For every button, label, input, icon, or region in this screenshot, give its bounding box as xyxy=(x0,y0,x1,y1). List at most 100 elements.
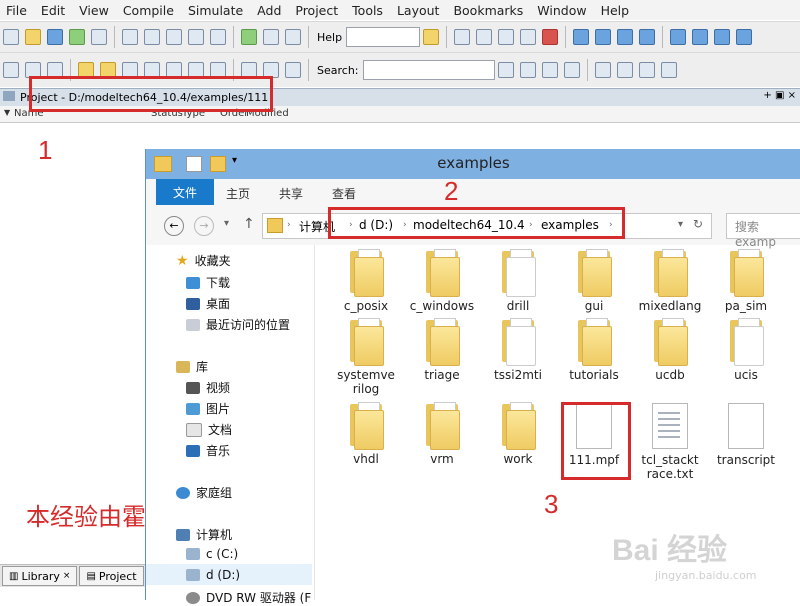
ribbon-tab-share[interactable]: 共享 xyxy=(279,185,303,202)
explorer-title: examples xyxy=(437,154,510,172)
up-icon[interactable]: ↑ xyxy=(243,216,255,232)
menu-add[interactable]: Add xyxy=(250,3,288,18)
nav-recent[interactable]: 最近访问的位置 xyxy=(186,316,290,333)
jump-icon[interactable] xyxy=(617,29,634,45)
menu-tools[interactable]: Tools xyxy=(345,3,390,18)
nav-desktop[interactable]: 桌面 xyxy=(186,295,230,312)
tab-project[interactable]: ▤ Project xyxy=(79,566,144,586)
expand-icon[interactable] xyxy=(714,29,731,45)
ribbon-tab-file[interactable]: 文件 xyxy=(156,179,214,205)
refresh-icon[interactable] xyxy=(69,29,85,45)
folder-item[interactable]: work xyxy=(482,402,554,466)
folder-item[interactable]: pa_sim xyxy=(710,249,782,313)
continue-icon[interactable] xyxy=(520,29,537,45)
step-out-icon[interactable] xyxy=(498,29,515,45)
zoom-full-icon[interactable] xyxy=(638,62,655,78)
nav-music[interactable]: 音乐 xyxy=(186,442,230,459)
nav-drive-c[interactable]: c (C:) xyxy=(186,547,238,561)
menu-help[interactable]: Help xyxy=(594,3,637,18)
print-icon[interactable] xyxy=(91,29,107,45)
search-dropdown-icon[interactable] xyxy=(497,62,514,78)
nav-documents[interactable]: 文档 xyxy=(186,421,232,438)
folder-item[interactable]: tssi2mti xyxy=(482,318,554,382)
menu-project[interactable]: Project xyxy=(288,3,345,18)
explorer-search-input[interactable]: 搜索 examp xyxy=(726,213,800,249)
ribbon-tab-home[interactable]: 主页 xyxy=(226,185,250,202)
find-prev-icon[interactable] xyxy=(519,62,536,78)
up-arrow-icon[interactable] xyxy=(573,29,590,45)
menu-layout[interactable]: Layout xyxy=(390,3,447,18)
paste-icon[interactable] xyxy=(166,29,182,45)
help-search-icon[interactable] xyxy=(423,29,440,45)
menu-compile[interactable]: Compile xyxy=(116,3,181,18)
recent-dropdown-icon[interactable]: ▾ xyxy=(224,218,229,229)
folder-item[interactable]: systemverilog xyxy=(330,318,402,396)
folder-item[interactable]: drill xyxy=(482,249,554,313)
refresh-icon[interactable]: ↻ xyxy=(693,217,703,231)
nav-downloads[interactable]: 下载 xyxy=(186,274,230,291)
redo-icon[interactable] xyxy=(210,29,226,45)
menu-window[interactable]: Window xyxy=(530,3,593,18)
nav-videos[interactable]: 视频 xyxy=(186,379,230,396)
step-icon[interactable] xyxy=(454,29,471,45)
nav-pictures[interactable]: 图片 xyxy=(186,400,230,417)
nav-drive-d[interactable]: d (D:) xyxy=(186,568,240,582)
menu-simulate[interactable]: Simulate xyxy=(181,3,250,18)
pointer-icon[interactable] xyxy=(3,62,19,78)
zoom-out-icon[interactable] xyxy=(616,62,633,78)
download-icon[interactable] xyxy=(670,29,687,45)
menu-view[interactable]: View xyxy=(72,3,116,18)
find-all-icon[interactable] xyxy=(563,62,580,78)
file-item[interactable]: transcript xyxy=(710,402,782,467)
zoom-in-icon[interactable] xyxy=(594,62,611,78)
zoom-range-icon[interactable] xyxy=(660,62,677,78)
pane-controls-icon[interactable]: + ▣ × xyxy=(763,90,796,101)
folder-item[interactable]: vrm xyxy=(406,402,478,466)
nav-favorites[interactable]: ★ 收藏夹 xyxy=(176,252,231,269)
find-icon[interactable] xyxy=(263,29,279,45)
upload-icon[interactable] xyxy=(692,29,709,45)
help-search-input[interactable] xyxy=(346,27,421,47)
nav-computer[interactable]: 计算机 xyxy=(176,526,232,543)
open-folder-icon[interactable] xyxy=(25,29,41,45)
down-arrow-icon[interactable] xyxy=(595,29,612,45)
save-icon[interactable] xyxy=(47,29,63,45)
folder-item[interactable]: triage xyxy=(406,318,478,382)
nav-library[interactable]: 库 xyxy=(176,358,208,375)
close-icon[interactable]: × xyxy=(63,571,71,581)
search-input[interactable] xyxy=(362,60,495,80)
folder-item[interactable]: c_posix xyxy=(330,249,402,313)
computer-icon xyxy=(176,528,190,541)
folder-item[interactable]: gui xyxy=(558,249,630,313)
nav-dvd[interactable]: DVD RW 驱动器 (F xyxy=(186,589,311,606)
folder-item[interactable]: ucdb xyxy=(634,318,706,382)
back-icon[interactable]: ← xyxy=(164,216,184,236)
find-next-icon[interactable] xyxy=(541,62,558,78)
sort-icon[interactable] xyxy=(736,29,753,45)
file-item[interactable]: tcl_stacktrace.txt xyxy=(634,402,706,481)
forward-icon[interactable]: → xyxy=(194,216,214,236)
watermark-url: jingyan.baidu.com xyxy=(655,569,757,582)
compile-icon[interactable] xyxy=(241,29,257,45)
nav-homegroup[interactable]: 家庭组 xyxy=(176,484,232,501)
route-icon[interactable] xyxy=(285,62,301,78)
new-file-icon[interactable] xyxy=(3,29,19,45)
menu-file[interactable]: File xyxy=(0,3,34,18)
folder-item[interactable]: tutorials xyxy=(558,318,630,382)
folder-item[interactable]: c_windows xyxy=(406,249,478,313)
cut-icon[interactable] xyxy=(122,29,138,45)
folder-item[interactable]: vhdl xyxy=(330,402,402,466)
undo-icon[interactable] xyxy=(188,29,204,45)
next-icon[interactable] xyxy=(639,29,656,45)
address-dropdown-icon[interactable]: ▾ xyxy=(678,219,683,230)
menu-edit[interactable]: Edit xyxy=(34,3,72,18)
folder-item[interactable]: ucis xyxy=(710,318,782,382)
tab-library[interactable]: ▥ Library × xyxy=(2,566,78,586)
step-over-icon[interactable] xyxy=(476,29,493,45)
ribbon-tab-view[interactable]: 查看 xyxy=(332,185,356,202)
folder-item[interactable]: mixedlang xyxy=(634,249,706,313)
collapse-icon[interactable] xyxy=(285,29,301,45)
menu-bookmarks[interactable]: Bookmarks xyxy=(446,3,530,18)
break-icon[interactable] xyxy=(542,29,559,45)
copy-icon[interactable] xyxy=(144,29,160,45)
